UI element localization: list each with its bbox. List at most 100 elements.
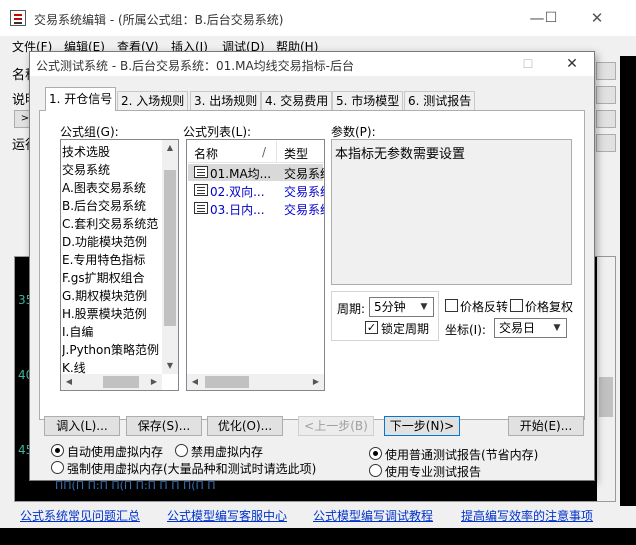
scroll-left-arrow-icon[interactable]: ◀: [187, 374, 203, 390]
table-row[interactable]: 03.日内... 交易系统: [188, 200, 324, 217]
price-restore-checkbox[interactable]: [510, 299, 523, 312]
scroll-thumb[interactable]: [205, 376, 249, 388]
scroll-right-arrow-icon[interactable]: ▶: [146, 374, 162, 390]
professional-report-label: 使用专业测试报告: [385, 465, 482, 479]
group-label: 公式组(G):: [60, 125, 119, 139]
app-title: 交易系统编辑 - (所属公式组：B.后台交易系统): [34, 13, 284, 27]
list-item[interactable]: G.期权模块范例: [62, 287, 162, 304]
params-label: 参数(P):: [331, 125, 376, 139]
code-scrollbar-thumb[interactable]: [599, 377, 613, 417]
scroll-right-arrow-icon[interactable]: ▶: [308, 374, 324, 390]
disable-virtual-memory-radio[interactable]: [175, 444, 188, 457]
outer-right-button-4[interactable]: [596, 134, 616, 152]
scroll-thumb[interactable]: [164, 170, 176, 326]
close-button[interactable]: ✕: [582, 5, 612, 31]
taskbar-strip: [0, 528, 636, 545]
price-reverse-checkbox[interactable]: [445, 299, 458, 312]
link-tutorial[interactable]: 公式模型编写调试教程: [313, 507, 433, 524]
tab-market-model[interactable]: 5. 市场模型: [332, 91, 404, 110]
chevron-down-icon: ▼: [553, 323, 561, 333]
list-item[interactable]: H.股票模块范例: [62, 305, 162, 322]
axis-select[interactable]: 交易日 ▼: [494, 318, 567, 338]
period-select[interactable]: 5分钟 ▼: [369, 297, 434, 317]
chevron-down-icon: ▼: [420, 302, 428, 312]
outer-right-button-3[interactable]: [596, 110, 616, 128]
formula-test-dialog: 公式测试系统 - B.后台交易系统：01.MA均线交易指标-后台 ☐ ✕ 1. …: [29, 51, 595, 481]
dialog-title: 公式测试系统 - B.后台交易系统：01.MA均线交易指标-后台: [36, 59, 354, 73]
col-name-header[interactable]: 名称: [194, 145, 218, 162]
column-divider: [276, 141, 277, 163]
tab-open-signal[interactable]: 1. 开仓信号: [45, 87, 117, 111]
help-links: 公式系统常见问题汇总 公式模型编写客服中心 公式模型编写调试教程 提高编写效率的…: [0, 505, 636, 525]
app-title-bar: 交易系统编辑 - (所属公式组：B.后台交易系统) — ☐ ✕: [0, 0, 636, 36]
list-item[interactable]: E.专用特色指标: [62, 251, 162, 268]
lock-period-checkbox[interactable]: ✓: [365, 321, 378, 334]
axis-label: 坐标(I):: [445, 323, 486, 337]
formula-list-header: 名称 / 类型: [188, 141, 323, 163]
link-faq[interactable]: 公式系统常见问题汇总: [20, 507, 140, 524]
outer-right-button-1[interactable]: [596, 62, 616, 80]
link-service-center[interactable]: 公式模型编写客服中心: [167, 507, 287, 524]
col-type-header[interactable]: 类型: [284, 145, 308, 162]
formula-type: 交易系统: [284, 203, 324, 217]
force-virtual-memory-label: 强制使用虚拟内存(大量品种和测试时请选此项): [67, 462, 317, 476]
auto-virtual-memory-radio[interactable]: [51, 444, 64, 457]
group-list[interactable]: 技术选股 交易系统 A.图表交易系统 B.后台交易系统 C.套利交易系统范 D.…: [60, 139, 179, 391]
formula-type: 交易系统: [284, 185, 324, 199]
formula-name: 02.双向...: [210, 185, 265, 199]
sort-icon: /: [262, 145, 267, 159]
dialog-title-bar: 公式测试系统 - B.后台交易系统：01.MA均线交易指标-后台 ☐ ✕: [30, 52, 594, 76]
group-list-hscroll[interactable]: ◀ ▶: [61, 374, 162, 390]
formula-name: 03.日内...: [210, 203, 265, 217]
code-scrollbar[interactable]: [597, 257, 615, 501]
dialog-maximize-button: ☐: [522, 57, 534, 71]
tab-test-report[interactable]: 6. 测试报告: [404, 91, 476, 110]
link-efficiency-tips[interactable]: 提高编写效率的注意事项: [461, 507, 593, 524]
tab-trade-fees[interactable]: 4. 交易费用: [261, 91, 333, 110]
professional-report-radio[interactable]: [369, 464, 382, 477]
next-step-button[interactable]: 下一步(N)>: [384, 416, 460, 436]
scroll-up-arrow-icon[interactable]: ▲: [162, 140, 178, 156]
list-item[interactable]: 交易系统: [62, 161, 162, 178]
period-label: 周期:: [337, 302, 366, 316]
price-reverse-label: 价格反转: [460, 300, 509, 314]
normal-report-radio[interactable]: [369, 447, 382, 460]
scroll-thumb[interactable]: [103, 376, 139, 388]
list-item[interactable]: A.图表交易系统: [62, 179, 162, 196]
disable-virtual-memory-label: 禁用虚拟内存: [191, 445, 264, 459]
formula-icon: [194, 184, 208, 196]
scroll-left-arrow-icon[interactable]: ◀: [61, 374, 77, 390]
list-item[interactable]: D.功能模块范例: [62, 233, 162, 250]
list-item[interactable]: B.后台交易系统: [62, 197, 162, 214]
list-item[interactable]: J.Python策略范例: [62, 341, 162, 358]
tab-panel: 公式组(G): 技术选股 交易系统 A.图表交易系统 B.后台交易系统 C.套利…: [39, 110, 585, 420]
force-virtual-memory-radio[interactable]: [51, 461, 64, 474]
prev-step-button[interactable]: <上一步(B): [298, 416, 374, 436]
tab-exit-rules[interactable]: 3. 出场规则: [190, 91, 262, 110]
auto-virtual-memory-label: 自动使用虚拟内存: [67, 445, 164, 459]
dialog-close-button[interactable]: ✕: [560, 54, 584, 74]
save-button[interactable]: 保存(S)...: [126, 416, 202, 436]
list-item[interactable]: F.gs扩期权组合: [62, 269, 162, 286]
formula-type: 交易系统: [284, 167, 324, 181]
list-item[interactable]: 技术选股: [62, 143, 162, 160]
table-row[interactable]: 02.双向... 交易系统: [188, 182, 324, 199]
table-row[interactable]: 01.MA均... 交易系统: [188, 164, 324, 181]
outer-right-button-2[interactable]: [596, 86, 616, 104]
load-button[interactable]: 调入(L)...: [44, 416, 120, 436]
start-button[interactable]: 开始(E)...: [508, 416, 584, 436]
scroll-down-arrow-icon[interactable]: ▼: [162, 358, 178, 374]
window-background-strip: [620, 56, 636, 506]
params-text: 本指标无参数需要设置: [335, 147, 466, 162]
axis-value: 交易日: [499, 321, 536, 335]
group-list-vscroll[interactable]: ▲ ▼: [162, 140, 178, 374]
list-item[interactable]: I.自编: [62, 323, 162, 340]
formula-list[interactable]: 名称 / 类型 01.MA均... 交易系统 02.双向... 交易系统 03.…: [186, 139, 325, 391]
list-item[interactable]: C.套利交易系统范: [62, 215, 162, 232]
optimize-button[interactable]: 优化(O)...: [207, 416, 283, 436]
maximize-button[interactable]: ☐: [536, 5, 566, 31]
period-value: 5分钟: [374, 300, 406, 314]
formula-list-hscroll[interactable]: ◀ ▶: [187, 374, 324, 390]
tab-entry-rules[interactable]: 2. 入场规则: [117, 91, 189, 110]
formula-list-label: 公式列表(L):: [183, 125, 252, 139]
